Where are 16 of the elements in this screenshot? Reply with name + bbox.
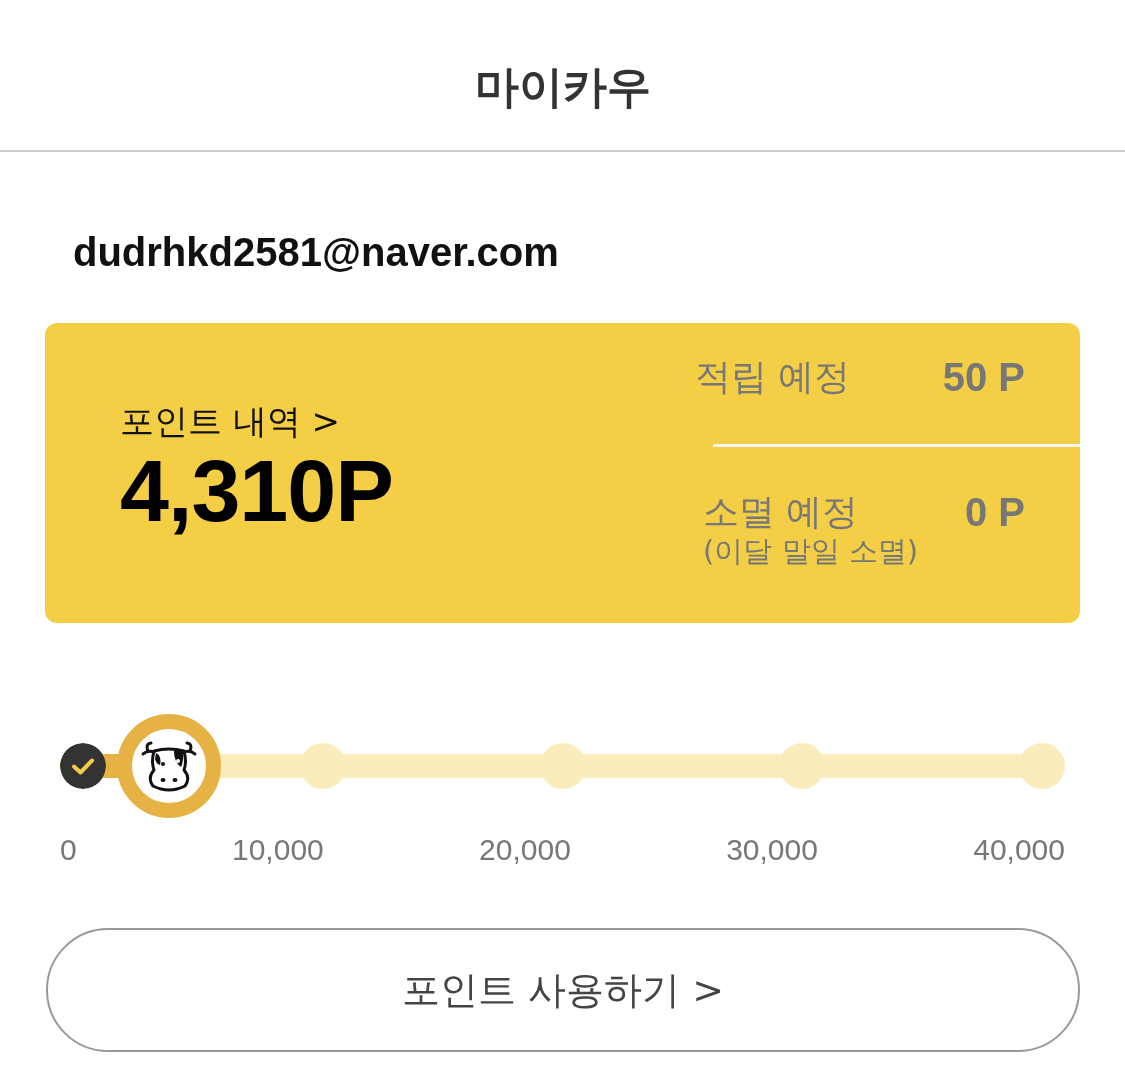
milestone-label: 40,000 bbox=[973, 832, 1065, 868]
milestone-label: 10,000 bbox=[232, 832, 324, 868]
summary-value: 0 P bbox=[964, 490, 1025, 533]
milestone-label: 30,000 bbox=[726, 832, 818, 868]
cow-marker-icon bbox=[116, 714, 221, 818]
summary-label: 적립 예정 bbox=[695, 356, 851, 399]
milestone-label: 0 bbox=[60, 832, 77, 868]
use-points-button[interactable]: 포인트 사용하기 > bbox=[46, 928, 1080, 1052]
page-title: 마이카우 bbox=[474, 59, 651, 114]
summary-label: 소멸 예정 bbox=[703, 490, 859, 533]
milestone-label: 20,000 bbox=[479, 832, 571, 868]
summary-value: 50 P bbox=[942, 356, 1025, 399]
point-history-link[interactable]: 포인트 내역 > bbox=[120, 401, 341, 441]
summary-note: (이달 말일 소멸) bbox=[703, 532, 919, 569]
point-balance: 4,310P bbox=[120, 441, 393, 541]
account-email: dudrhkd2581@naver.com bbox=[73, 229, 559, 276]
